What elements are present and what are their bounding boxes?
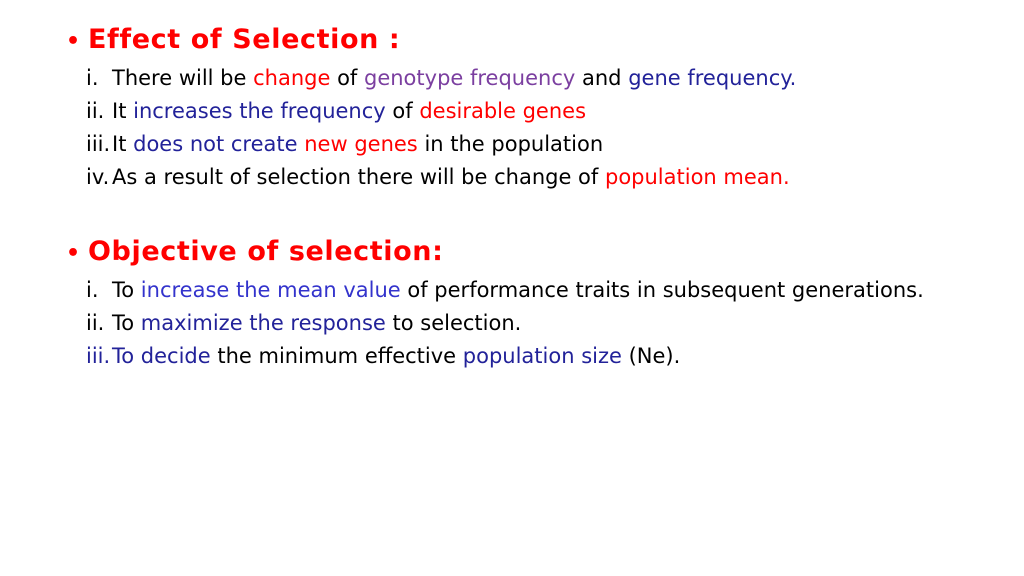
text-run: desirable genes [419,99,587,123]
list-item-marker: iii. [86,344,111,368]
list-item-marker: ii. [86,311,105,335]
slide-content-body: • Effect of Selection : i. There will be ch… [66,22,966,373]
list-item: i. To increase the mean value of performa… [66,274,966,307]
list-item-text: It increases the frequency of desirable … [112,95,966,128]
text-run: To [112,278,141,302]
list-item: iv. As a result of selection there will b… [66,161,966,194]
list-item-text: There will be change of genotype frequen… [112,62,966,95]
text-run: maximize the response [140,311,386,335]
section-effect-of-selection: • Effect of Selection : i. There will be ch… [66,22,966,194]
list-item: iii. It does not create new genes in the … [66,128,966,161]
text-run: does not create [133,132,298,156]
text-run: the minimum effective [210,344,463,368]
text-run: As a result of selection there will be c… [112,165,605,189]
bullet-icon: • [66,29,81,54]
section-heading-text: Effect of Selection : [88,24,401,55]
text-run: There will be [112,66,254,90]
text-run: gene frequency. [628,66,797,90]
roman-list-objective-of-selection: i. To increase the mean value of performa… [66,274,966,373]
text-run: population mean. [604,165,790,189]
list-item-text: To maximize the response to selection. [112,307,966,340]
list-item: ii. To maximize the response to selection… [66,307,966,340]
text-run: and [575,66,629,90]
list-item: iii. To decide the minimum effective popu… [66,340,966,373]
section-heading-text: Objective of selection: [88,236,444,267]
text-run: To decide [112,344,211,368]
list-item: i. There will be change of genotype frequ… [66,62,966,95]
section-heading-effect-of-selection: • Effect of Selection : [66,22,966,60]
text-run: in the population [417,132,604,156]
section-heading-objective-of-selection: • Objective of selection: [66,234,966,272]
list-item-text: To decide the minimum effective populati… [112,340,966,373]
text-run: to selection. [385,311,522,335]
text-run: It [112,132,134,156]
text-run: It [112,99,134,123]
list-item-text: To increase the mean value of performanc… [112,274,966,307]
list-item-marker: ii. [86,99,105,123]
list-item: ii. It increases the frequency of desirab… [66,95,966,128]
list-item-marker: i. [86,278,99,302]
roman-list-effect-of-selection: i. There will be change of genotype frequ… [66,62,966,194]
text-run: increase the mean value [140,278,401,302]
text-run: genotype frequency [364,66,576,90]
text-run: To [112,311,141,335]
section-objective-of-selection: • Objective of selection: i. To increase th… [66,234,966,373]
text-run: increases the frequency [133,99,386,123]
list-item-marker: iii. [86,132,111,156]
text-run: of [385,99,420,123]
text-run: of performance traits in subsequent gene… [400,278,924,302]
text-run: new genes [304,132,418,156]
text-run: (Ne). [621,344,681,368]
bullet-icon: • [66,241,81,266]
list-item-text: As a result of selection there will be c… [112,161,966,194]
text-run: of [330,66,364,90]
text-run: change [253,66,331,90]
text-run: population size [462,344,622,368]
list-item-text: It does not create new genes in the popu… [112,128,966,161]
list-item-marker: i. [86,66,99,90]
list-item-marker: iv. [86,165,110,189]
slide: • Effect of Selection : i. There will be ch… [0,0,1024,576]
